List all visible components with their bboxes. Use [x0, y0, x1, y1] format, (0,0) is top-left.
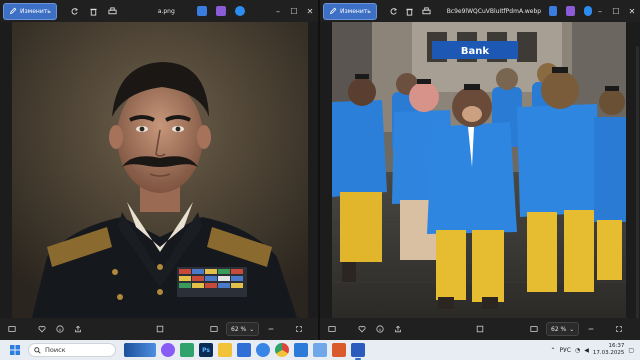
onedrive-icon[interactable] — [583, 6, 592, 16]
rotate-icon[interactable] — [387, 3, 400, 19]
mail-icon[interactable] — [294, 343, 308, 357]
actual-size-icon[interactable] — [207, 322, 221, 336]
zoom-value: 62 % — [551, 325, 567, 333]
vertical-scrollbar[interactable] — [636, 46, 639, 318]
edit-label: Изменить — [340, 7, 371, 15]
fullscreen-icon[interactable] — [292, 322, 306, 336]
search-placeholder: Поиск — [45, 346, 66, 354]
edit-icon — [10, 7, 17, 14]
edit-icon — [330, 7, 337, 14]
language-indicator[interactable]: РУС — [559, 347, 570, 354]
browser-icon[interactable] — [256, 343, 270, 357]
delete-icon[interactable] — [86, 3, 102, 19]
fullscreen-icon[interactable] — [612, 322, 626, 336]
image-viewport: Bank — [320, 22, 640, 318]
filmstrip-icon[interactable] — [325, 322, 339, 336]
edit-button[interactable]: Изменить — [3, 2, 57, 20]
edit-app-icon[interactable] — [196, 6, 207, 16]
photos-icon[interactable] — [180, 343, 194, 357]
titlebar: Изменить Bc9e9lWQCuVBluItfPdmA.webp – ☐ … — [320, 0, 640, 22]
zoom-dropdown[interactable]: 62 % ⌄ — [226, 322, 260, 336]
photos-viewer-icon[interactable] — [351, 343, 365, 360]
zoom-out-icon[interactable] — [264, 322, 278, 336]
bottom-toolbar: 62 % ⌄ — [0, 318, 318, 340]
close-button[interactable]: ✕ — [624, 3, 640, 19]
chrome-icon[interactable] — [275, 343, 289, 357]
info-icon[interactable] — [53, 322, 67, 336]
info-icon[interactable] — [373, 322, 387, 336]
windows-logo-icon — [10, 345, 20, 355]
images-app-icon[interactable] — [313, 343, 327, 357]
fit-icon[interactable] — [153, 322, 167, 336]
taskbar-search[interactable]: Поиск — [28, 343, 116, 357]
chevron-down-icon: ⌄ — [569, 325, 575, 333]
photo-viewer-window-right: Изменить Bc9e9lWQCuVBluItfPdmA.webp – ☐ … — [320, 0, 640, 340]
zoom-value: 62 % — [231, 325, 247, 333]
minimize-button[interactable]: – — [270, 3, 286, 19]
notification-icon[interactable]: ▢ — [628, 347, 634, 354]
widgets-icon[interactable] — [124, 343, 156, 357]
volume-icon[interactable]: ◀ — [584, 347, 589, 354]
medal-ribbons — [177, 267, 247, 297]
favorite-icon[interactable] — [355, 322, 369, 336]
file-explorer-icon[interactable] — [218, 343, 232, 357]
wifi-icon[interactable]: ◔ — [575, 347, 580, 354]
print-icon[interactable] — [105, 3, 121, 19]
start-button[interactable] — [8, 343, 22, 357]
taskbar: Поиск Ps ⌃ РУС ◔ ◀ 16:37 17.03.2025 ▢ — [0, 340, 640, 360]
system-tray: ⌃ РУС ◔ ◀ 16:37 17.03.2025 ▢ — [550, 343, 634, 357]
bottom-toolbar: 62 % ⌄ — [320, 318, 640, 340]
onedrive-icon[interactable] — [234, 6, 245, 16]
favorite-icon[interactable] — [35, 322, 49, 336]
filename: a.png — [157, 7, 175, 15]
photoshop-icon[interactable]: Ps — [199, 343, 213, 357]
close-button[interactable]: ✕ — [302, 3, 318, 19]
rotate-icon[interactable] — [67, 3, 83, 19]
clock[interactable]: 16:37 17.03.2025 — [593, 343, 625, 357]
fit-icon[interactable] — [473, 322, 487, 336]
store-icon[interactable] — [237, 343, 251, 357]
print-icon[interactable] — [419, 3, 432, 19]
edit-button[interactable]: Изменить — [323, 2, 377, 20]
chevron-up-icon[interactable]: ⌃ — [550, 347, 555, 354]
clipchamp-icon[interactable] — [215, 6, 226, 16]
maximize-button[interactable]: ☐ — [608, 3, 624, 19]
chevron-down-icon: ⌄ — [249, 325, 255, 333]
edit-label: Изменить — [20, 7, 51, 15]
copilot-icon[interactable] — [161, 343, 175, 357]
time: 16:37 — [608, 343, 625, 349]
maximize-button[interactable]: ☐ — [286, 3, 302, 19]
zoom-dropdown[interactable]: 62 % ⌄ — [546, 322, 580, 336]
edit-app-icon[interactable] — [549, 6, 558, 16]
share-icon[interactable] — [71, 322, 85, 336]
titlebar: Изменить a.png – ☐ ✕ — [0, 0, 318, 22]
delete-icon[interactable] — [403, 3, 416, 19]
actual-size-icon[interactable] — [527, 322, 541, 336]
minimize-button[interactable]: – — [592, 3, 608, 19]
app-icon[interactable] — [332, 343, 346, 357]
image-viewport — [0, 22, 318, 318]
portrait-image — [12, 22, 308, 318]
clipchamp-icon[interactable] — [566, 6, 575, 16]
filename: Bc9e9lWQCuVBluItfPdmA.webp — [446, 7, 542, 15]
desktop: Изменить a.png – ☐ ✕ 62 % ⌄ Изменить Bc9… — [0, 0, 640, 360]
bank-sign-text: Bank — [461, 46, 489, 57]
photo-viewer-window-left: Изменить a.png – ☐ ✕ 62 % ⌄ — [0, 0, 318, 340]
filmstrip-icon[interactable] — [5, 322, 19, 336]
search-icon — [34, 346, 41, 354]
zoom-out-icon[interactable] — [584, 322, 598, 336]
street-scene-image: Bank — [332, 22, 626, 318]
share-icon[interactable] — [391, 322, 405, 336]
date: 17.03.2025 — [592, 350, 625, 356]
